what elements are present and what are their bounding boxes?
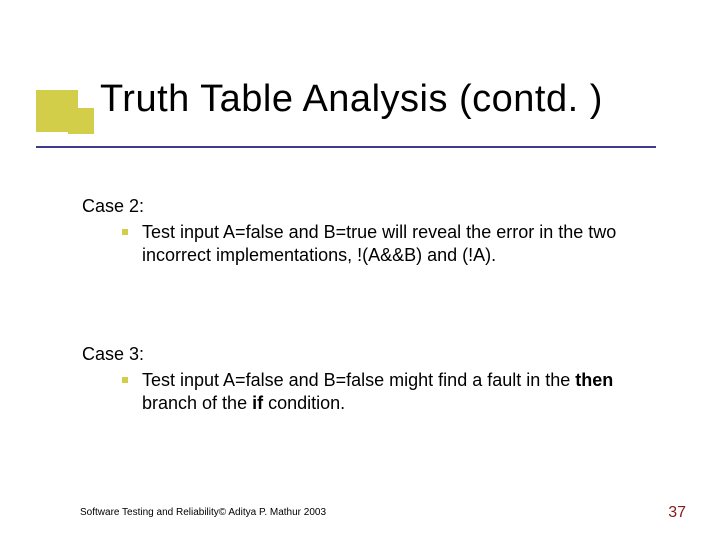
slide-title: Truth Table Analysis (contd. ) bbox=[100, 78, 603, 121]
case-3-label: Case 3: bbox=[82, 344, 660, 365]
case-2-bullet: Test input A=false and B=true will revea… bbox=[122, 221, 660, 268]
case-3-text-prefix: Test input A=false and B=false might fin… bbox=[142, 370, 575, 390]
case-3-text: Test input A=false and B=false might fin… bbox=[142, 369, 660, 416]
page-number: 37 bbox=[668, 504, 686, 522]
title-underline bbox=[36, 146, 656, 148]
case-3-text-suffix: condition. bbox=[263, 393, 345, 413]
footer-text: Software Testing and Reliability© Aditya… bbox=[80, 507, 326, 518]
case-3-block: Case 3: Test input A=false and B=false m… bbox=[82, 344, 660, 416]
case-3-bullet: Test input A=false and B=false might fin… bbox=[122, 369, 660, 416]
case-3-then: then bbox=[575, 370, 613, 390]
case-3-if: if bbox=[252, 393, 263, 413]
case-3-text-mid: branch of the bbox=[142, 393, 252, 413]
case-2-label: Case 2: bbox=[82, 196, 660, 217]
case-2-block: Case 2: Test input A=false and B=true wi… bbox=[82, 196, 660, 268]
accent-square-small bbox=[68, 108, 94, 134]
case-2-text: Test input A=false and B=true will revea… bbox=[142, 221, 660, 268]
bullet-icon bbox=[122, 229, 128, 235]
slide: Truth Table Analysis (contd. ) Case 2: T… bbox=[0, 0, 720, 540]
bullet-icon bbox=[122, 377, 128, 383]
